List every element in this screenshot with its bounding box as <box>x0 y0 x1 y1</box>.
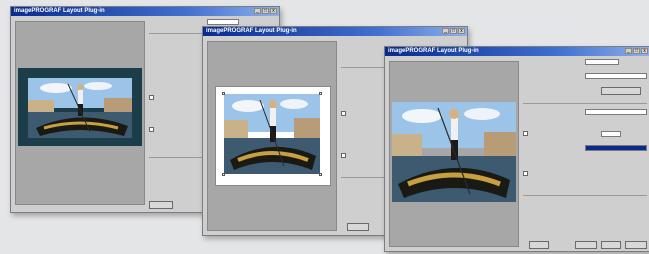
photo-image <box>224 94 320 174</box>
resize-handle-tl[interactable] <box>222 92 225 95</box>
size-field[interactable] <box>585 59 619 65</box>
resize-handle-tr[interactable] <box>319 92 322 95</box>
minimize-button[interactable]: _ <box>254 8 261 14</box>
window-title: imagePROGRAF Layout Plug-in <box>388 48 479 54</box>
close-button[interactable]: x <box>458 28 465 34</box>
ok-button[interactable] <box>529 241 549 249</box>
close-button[interactable]: x <box>270 8 277 14</box>
resize-handle-br[interactable] <box>319 173 322 176</box>
resize-handle-bl[interactable] <box>222 173 225 176</box>
print-button[interactable] <box>575 241 597 249</box>
gondola-photo[interactable] <box>28 78 132 138</box>
photo-image <box>28 78 132 138</box>
layout-preview[interactable] <box>207 41 337 231</box>
close-button[interactable]: x <box>641 48 648 54</box>
maximize-button[interactable]: □ <box>450 28 457 34</box>
output-size-field[interactable] <box>585 73 647 79</box>
help-button[interactable] <box>625 241 647 249</box>
priority-select[interactable] <box>585 145 647 151</box>
photo-image <box>392 102 516 202</box>
ok-button[interactable] <box>149 201 173 209</box>
settings-button[interactable] <box>601 87 641 95</box>
enlarge-checkbox[interactable] <box>149 95 154 100</box>
gondola-photo[interactable] <box>392 102 516 202</box>
window-title: imagePROGRAF Layout Plug-in <box>14 8 105 14</box>
title-bar[interactable]: imagePROGRAF Layout Plug-in _ □ x <box>385 47 649 56</box>
layout-preview[interactable] <box>389 61 519 247</box>
scale-field[interactable] <box>601 131 621 137</box>
gondola-photo[interactable] <box>224 94 320 174</box>
maximize-button[interactable]: □ <box>262 8 269 14</box>
minimize-button[interactable]: _ <box>442 28 449 34</box>
cut-line-checkbox[interactable] <box>149 127 154 132</box>
cut-line-checkbox[interactable] <box>341 153 346 158</box>
enlarge-checkbox[interactable] <box>341 111 346 116</box>
title-bar[interactable]: imagePROGRAF Layout Plug-in _ □ x <box>203 27 467 36</box>
paper-field[interactable] <box>585 109 647 115</box>
enlarge-checkbox[interactable] <box>523 131 528 136</box>
cancel-button[interactable] <box>601 241 621 249</box>
maximize-button[interactable]: □ <box>633 48 640 54</box>
size-field[interactable] <box>207 19 239 25</box>
window-title: imagePROGRAF Layout Plug-in <box>206 28 297 34</box>
cut-line-checkbox[interactable] <box>523 171 528 176</box>
title-bar[interactable]: imagePROGRAF Layout Plug-in _ □ x <box>11 7 279 16</box>
layout-preview[interactable] <box>15 21 145 205</box>
plugin-window-front: imagePROGRAF Layout Plug-in _ □ x <box>384 46 649 252</box>
minimize-button[interactable]: _ <box>625 48 632 54</box>
ok-button[interactable] <box>347 223 369 231</box>
